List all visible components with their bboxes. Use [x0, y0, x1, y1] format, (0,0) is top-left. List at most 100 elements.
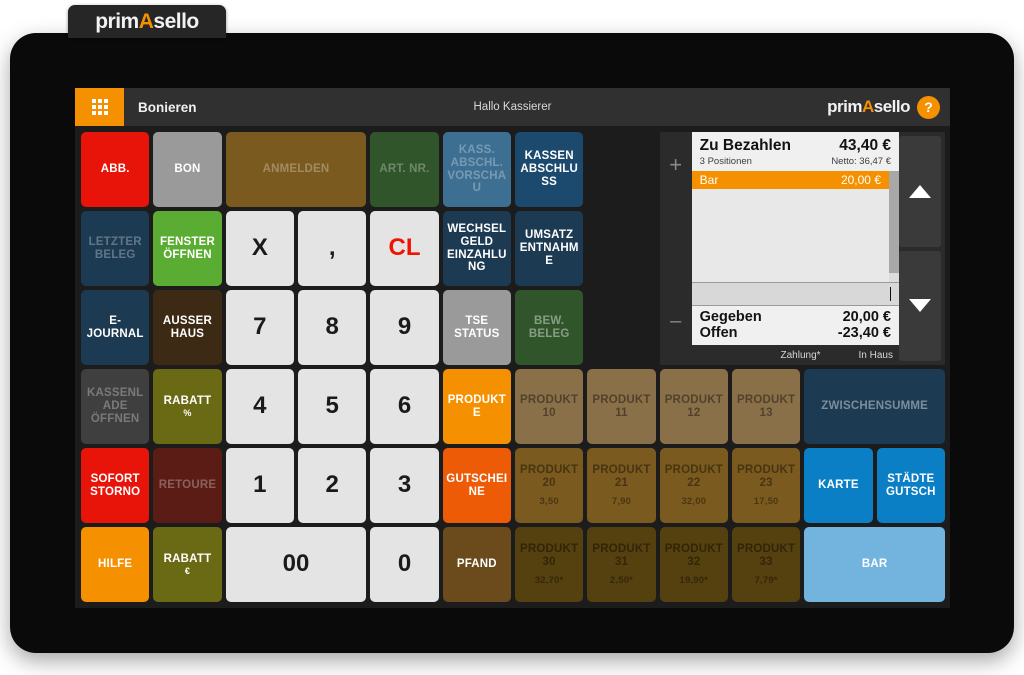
- key-label: PRODUKT 21: [592, 463, 651, 489]
- key-fenster-oeffnen[interactable]: FENSTER ÖFFNEN: [153, 211, 222, 286]
- key-letzter-beleg[interactable]: LETZTER BELEG: [81, 211, 150, 286]
- key-num-8[interactable]: 8: [298, 290, 367, 365]
- key-label: PRODUKT 10: [520, 393, 579, 419]
- key-num-00[interactable]: 00: [225, 527, 367, 602]
- key-produkt-30[interactable]: PRODUKT 30 32,70*: [515, 527, 584, 602]
- key-produkt-33[interactable]: PRODUKT 33 7,79*: [732, 527, 801, 602]
- key-sofort-storno[interactable]: SOFORT STORNO: [81, 448, 150, 523]
- key-produkt-32[interactable]: PRODUKT 32 19,90*: [659, 527, 728, 602]
- key-num-1[interactable]: 1: [225, 448, 294, 523]
- plus-icon[interactable]: +: [669, 154, 682, 176]
- given-value: 20,00 €: [842, 309, 891, 325]
- key-num-4[interactable]: 4: [225, 369, 294, 444]
- key-num-7[interactable]: 7: [225, 290, 294, 365]
- pos-body: + – Zu Bezahlen 43,40 € 3 Positionen Net…: [75, 126, 950, 608]
- key-kassenlade[interactable]: KASSENLADE ÖFFNEN: [81, 369, 150, 444]
- key-label: 7: [253, 313, 267, 341]
- key-multiply[interactable]: X: [225, 211, 294, 286]
- key-produkt-23[interactable]: PRODUKT 23 17,50: [732, 448, 801, 523]
- minus-icon[interactable]: –: [670, 311, 681, 331]
- payment-item-amount: 20,00 €: [840, 173, 881, 187]
- key-staedte-gutsch[interactable]: STÄDTE GUTSCH: [876, 448, 945, 523]
- key-kass-abschl-vorschau[interactable]: KASS. ABSCHL. VORSCHAU: [442, 132, 511, 207]
- scroll-up-button[interactable]: [899, 136, 941, 247]
- logo-header-part2: sello: [873, 97, 911, 116]
- key-label: UMSATZ ENTNAHME: [519, 229, 579, 267]
- appbar-right-cluster: prim Asello ?: [827, 95, 950, 119]
- open-value: -23,40 €: [837, 325, 891, 341]
- key-kassenabschluss[interactable]: KASSEN ABSCHLUSS: [515, 132, 584, 207]
- pos-screen: Bonieren Hallo Kassierer primAsello ? +: [75, 88, 950, 608]
- help-icon[interactable]: ?: [917, 95, 940, 119]
- key-zwischensumme[interactable]: ZWISCHENSUMME: [804, 369, 945, 444]
- key-label: PRODUKT 33: [737, 542, 796, 568]
- key-num-0[interactable]: 0: [370, 527, 439, 602]
- key-label: 5: [325, 392, 339, 420]
- key-bar[interactable]: BAR: [804, 527, 945, 602]
- key-num-6[interactable]: 6: [370, 369, 439, 444]
- key-gutscheine[interactable]: GUTSCHEINE: [442, 448, 511, 523]
- key-art-nr[interactable]: ART. NR.: [370, 132, 439, 207]
- receipt-area: Zu Bezahlen 43,40 € 3 Positionen Netto: …: [691, 132, 899, 365]
- key-produkt-31[interactable]: PRODUKT 31 2,50*: [587, 527, 656, 602]
- key-label: CL: [388, 234, 421, 262]
- key-wechselgeld[interactable]: WECHSELGELD EINZAHLUNG: [442, 211, 511, 286]
- key-bon[interactable]: BON: [153, 132, 222, 207]
- scrollbar-thumb[interactable]: [889, 171, 899, 274]
- key-comma[interactable]: ,: [298, 211, 367, 286]
- logo-header-a-mark: A: [861, 97, 874, 116]
- key-ausser-haus[interactable]: AUSSER HAUS: [153, 290, 222, 365]
- key-rabatt-euro[interactable]: RABATT €: [153, 527, 222, 602]
- key-label: RABATT: [163, 395, 212, 408]
- key-label: PRODUKT 12: [664, 393, 723, 419]
- key-num-2[interactable]: 2: [298, 448, 367, 523]
- key-hilfe[interactable]: HILFE: [81, 527, 150, 602]
- key-pfand[interactable]: PFAND: [442, 527, 511, 602]
- key-tse-status[interactable]: TSE STATUS: [442, 290, 511, 365]
- key-produkte[interactable]: PRODUKTE: [442, 369, 511, 444]
- key-umsatzentnahme[interactable]: UMSATZ ENTNAHME: [515, 211, 584, 286]
- key-label: PRODUKT 32: [664, 542, 723, 568]
- amount-input[interactable]: [691, 282, 899, 306]
- key-label: KARTE: [818, 479, 859, 492]
- key-num-9[interactable]: 9: [370, 290, 439, 365]
- key-produkt-21[interactable]: PRODUKT 21 7,90: [587, 448, 656, 523]
- payment-panel: + – Zu Bezahlen 43,40 € 3 Positionen Net…: [659, 132, 945, 365]
- list-item[interactable]: Bar 20,00 €: [691, 171, 889, 189]
- key-e-journal[interactable]: E-JOURNAL: [81, 290, 150, 365]
- key-num-3[interactable]: 3: [370, 448, 439, 523]
- key-label: 4: [253, 392, 267, 420]
- open-label: Offen: [699, 325, 738, 341]
- key-label: AUSSER HAUS: [162, 314, 213, 340]
- key-rabatt-prozent[interactable]: RABATT%: [153, 369, 222, 444]
- key-produkt-20[interactable]: PRODUKT 20 3,50: [515, 448, 584, 523]
- primasello-brand-tab: prim Asello: [68, 5, 226, 38]
- triangle-down-icon: [909, 299, 931, 313]
- key-label: KASSEN ABSCHLUSS: [520, 150, 578, 188]
- key-produkt-22[interactable]: PRODUKT 22 32,00: [659, 448, 728, 523]
- key-clear[interactable]: CL: [370, 211, 439, 286]
- key-abb[interactable]: ABB.: [81, 132, 150, 207]
- key-karte[interactable]: KARTE: [804, 448, 873, 523]
- key-num-5[interactable]: 5: [298, 369, 367, 444]
- positions-count: 3 Positionen: [699, 156, 752, 167]
- payment-list-scrollbar[interactable]: [889, 171, 899, 282]
- payment-list[interactable]: Bar 20,00 €: [691, 171, 899, 282]
- text-caret: [889, 287, 891, 301]
- key-sublabel: %: [183, 407, 192, 418]
- key-produkt-12[interactable]: PRODUKT 12: [659, 369, 728, 444]
- key-anmelden[interactable]: ANMELDEN: [225, 132, 367, 207]
- key-label: PRODUKT 11: [592, 393, 651, 419]
- key-label: 1: [253, 471, 267, 499]
- grid-apps-icon[interactable]: [75, 88, 124, 126]
- key-produkt-11[interactable]: PRODUKT 11: [587, 369, 656, 444]
- key-label: PRODUKT 30: [520, 542, 579, 568]
- payment-item-name: Bar: [699, 173, 719, 187]
- key-bew-beleg[interactable]: BEW. BELEG: [515, 290, 584, 365]
- key-retoure[interactable]: RETOURE: [153, 448, 222, 523]
- key-price: 32,70*: [534, 574, 564, 586]
- key-produkt-13[interactable]: PRODUKT 13: [732, 369, 801, 444]
- key-label: SOFORT STORNO: [90, 472, 141, 498]
- key-produkt-10[interactable]: PRODUKT 10: [515, 369, 584, 444]
- scroll-down-button[interactable]: [899, 250, 941, 361]
